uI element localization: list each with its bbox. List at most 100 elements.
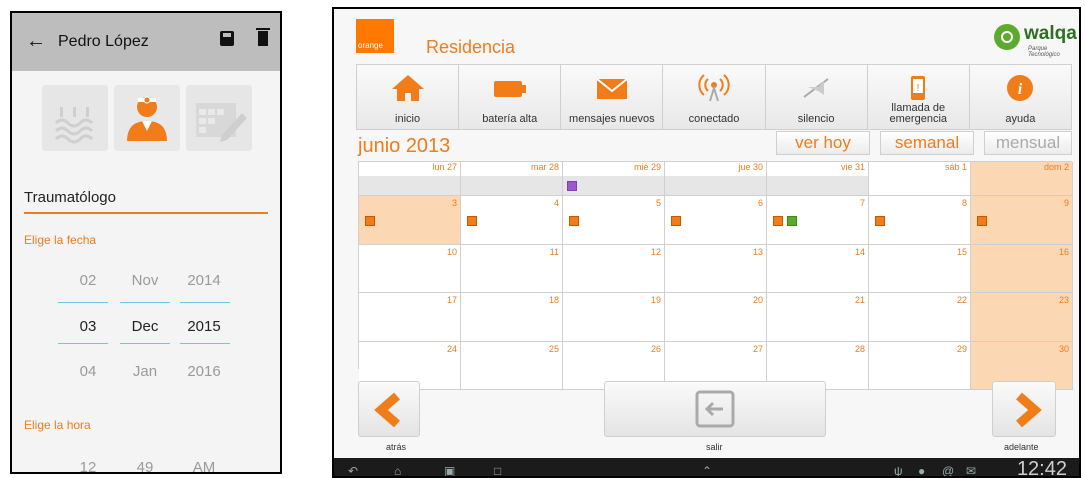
day-cell[interactable]: 7 (767, 196, 869, 245)
toolbar-item-ayuda[interactable]: i ayuda (970, 65, 1071, 129)
forward-button[interactable] (992, 381, 1056, 437)
day-cell[interactable] (563, 176, 665, 196)
toolbar-item-mensajes[interactable]: mensajes nuevos (561, 65, 664, 129)
toolbar-item-inicio[interactable]: inicio (357, 65, 460, 129)
day-cell[interactable] (665, 176, 767, 196)
day-cell[interactable]: 18 (461, 293, 563, 342)
weekday-header: jue 30 (665, 162, 767, 176)
back-nav-icon[interactable]: ↶ (348, 464, 358, 476)
day-cell[interactable]: 5 (563, 196, 665, 245)
day-number: 28 (854, 343, 865, 354)
trash-icon[interactable] (256, 28, 270, 46)
day-cell[interactable]: 29 (869, 341, 971, 390)
house-icon (391, 75, 424, 101)
day-cell[interactable] (971, 176, 1073, 196)
pill-box-icon[interactable] (365, 216, 375, 226)
android-icon: ● (918, 464, 926, 478)
ampm-value[interactable]: AM (174, 459, 234, 472)
day-cell[interactable]: 15 (869, 244, 971, 293)
year-selected[interactable]: 2015 (174, 318, 234, 335)
today-button[interactable]: ver hoy (776, 131, 870, 155)
pool-icon[interactable] (787, 216, 797, 226)
recent-apps-icon[interactable]: ▣ (444, 464, 455, 476)
day-number: 30 (1058, 343, 1069, 354)
screenshot-icon[interactable]: □ (494, 464, 501, 476)
hour-value[interactable]: 12 (58, 459, 118, 472)
month-next[interactable]: Jan (115, 363, 175, 380)
day-cell[interactable]: 20 (665, 293, 767, 342)
day-number: 7 (859, 198, 865, 208)
day-cell[interactable]: 10 (359, 244, 461, 293)
pill-box-icon[interactable] (671, 216, 681, 226)
month-prev[interactable]: Nov (115, 272, 175, 289)
back-button[interactable] (358, 381, 420, 437)
day-next[interactable]: 04 (58, 363, 118, 380)
day-number: 11 (549, 246, 559, 257)
day-cell[interactable] (767, 176, 869, 196)
month-selected[interactable]: Dec (115, 318, 175, 335)
app-title: Residencia (426, 37, 516, 57)
day-cell[interactable]: 21 (767, 293, 869, 342)
home-nav-icon[interactable]: ⌂ (394, 464, 401, 476)
monthly-button[interactable]: mensual (984, 131, 1072, 155)
day-cell[interactable] (461, 176, 563, 196)
day-number: 18 (548, 295, 559, 305)
day-cell[interactable]: 13 (665, 244, 767, 293)
day-cell[interactable]: 16 (971, 244, 1073, 293)
day-cell[interactable]: 8 (869, 196, 971, 245)
pill-box-icon[interactable] (569, 216, 579, 226)
day-cell[interactable]: 23 (971, 293, 1073, 342)
day-selected[interactable]: 03 (58, 318, 118, 335)
weekday-header: sáb 1 (869, 162, 971, 176)
walqa-logo: walqa Parque Tecnológico (994, 21, 1077, 58)
save-icon[interactable] (220, 31, 234, 46)
toolbar-item-emergencia[interactable]: ! llamada de emergencia (868, 65, 970, 129)
specialty-field[interactable]: Traumatólogo (24, 189, 268, 214)
day-cell[interactable]: 12 (563, 244, 665, 293)
date-label: Elige la fecha (24, 233, 97, 247)
day-cell[interactable]: 11 (461, 244, 563, 293)
chevron-up-icon[interactable]: ⌃ (702, 464, 712, 476)
calendar-edit-icon[interactable] (186, 85, 252, 151)
day-number: 5 (655, 198, 661, 208)
weekly-button[interactable]: semanal (880, 131, 974, 155)
pill-box-icon[interactable] (977, 216, 987, 226)
year-prev[interactable]: 2014 (174, 272, 234, 289)
day-cell[interactable] (359, 176, 461, 196)
toolbar-item-bateria[interactable]: batería alta (459, 65, 562, 129)
doctor-icon[interactable] (114, 85, 180, 151)
pill-box-icon[interactable] (467, 216, 477, 226)
year-divider-bottom (180, 343, 230, 344)
day-cell[interactable] (869, 176, 971, 196)
day-number: 24 (446, 343, 457, 354)
month-divider-top (120, 302, 170, 303)
pill-box-icon[interactable] (773, 216, 783, 226)
back-arrow-icon[interactable]: ← (26, 30, 46, 53)
back-label: atrás (386, 442, 407, 452)
calendar-edit-icon[interactable] (567, 181, 577, 191)
pill-box-icon[interactable] (875, 216, 885, 226)
day-cell[interactable]: 25 (461, 341, 563, 390)
day-number: 17 (446, 295, 457, 305)
day-number: 6 (757, 198, 763, 208)
day-cell[interactable]: 3 (359, 196, 461, 245)
minute-value[interactable]: 49 (115, 459, 175, 472)
day-number: 25 (548, 343, 559, 354)
day-cell[interactable]: 22 (869, 293, 971, 342)
day-cell[interactable]: 19 (563, 293, 665, 342)
year-divider-top (180, 302, 230, 303)
exit-button[interactable] (604, 381, 826, 437)
day-prev[interactable]: 02 (58, 272, 118, 289)
day-cell[interactable]: 6 (665, 196, 767, 245)
day-cell[interactable]: 14 (767, 244, 869, 293)
pool-icon[interactable] (42, 85, 108, 151)
day-number: 3 (451, 198, 457, 208)
day-cell[interactable]: 4 (461, 196, 563, 245)
exit-icon (695, 390, 735, 428)
toolbar-item-conectado[interactable]: conectado (663, 65, 766, 129)
year-next[interactable]: 2016 (174, 363, 234, 380)
toolbar-item-silencio[interactable]: silencio (766, 65, 868, 129)
day-cell[interactable]: 17 (359, 293, 461, 342)
day-cell[interactable]: 9 (971, 196, 1073, 245)
battery-icon (493, 81, 526, 97)
